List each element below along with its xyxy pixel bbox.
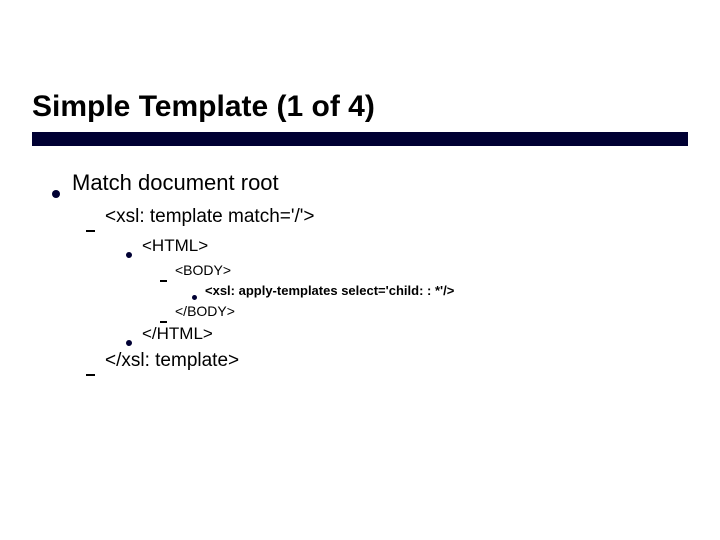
disc-icon [192,295,197,300]
disc-icon [52,190,60,198]
slide-content: Match document root <xsl: template match… [52,170,454,380]
slide-title: Simple Template (1 of 4) [32,90,375,124]
bullet-level-3: <BODY> [160,262,454,278]
bullet-level-2: <HTML> [126,236,454,256]
bullet-level-1: </xsl: template> [86,350,454,372]
text-l1-open: <xsl: template match='/'> [105,206,315,228]
bullet-level-2: </HTML> [126,324,454,344]
dash-icon [160,280,167,282]
dash-icon [160,321,167,323]
text-l2-html-close: </HTML> [142,324,213,344]
text-l4-apply: <xsl: apply-templates select='child: : *… [205,283,454,298]
disc-icon [126,340,132,346]
bullet-level-0: Match document root [52,170,454,196]
text-l2-html-open: <HTML> [142,236,208,256]
bullet-level-4: <xsl: apply-templates select='child: : *… [192,283,454,298]
bullet-level-1: <xsl: template match='/'> [86,206,454,228]
title-underline [32,132,688,146]
text-l3-body-close: </BODY> [175,303,235,319]
bullet-level-3: </BODY> [160,303,454,319]
text-l1-close: </xsl: template> [105,350,239,372]
dash-icon [86,230,95,232]
dash-icon [86,374,95,376]
text-l3-body-open: <BODY> [175,262,231,278]
disc-icon [126,252,132,258]
text-l0: Match document root [72,170,279,196]
